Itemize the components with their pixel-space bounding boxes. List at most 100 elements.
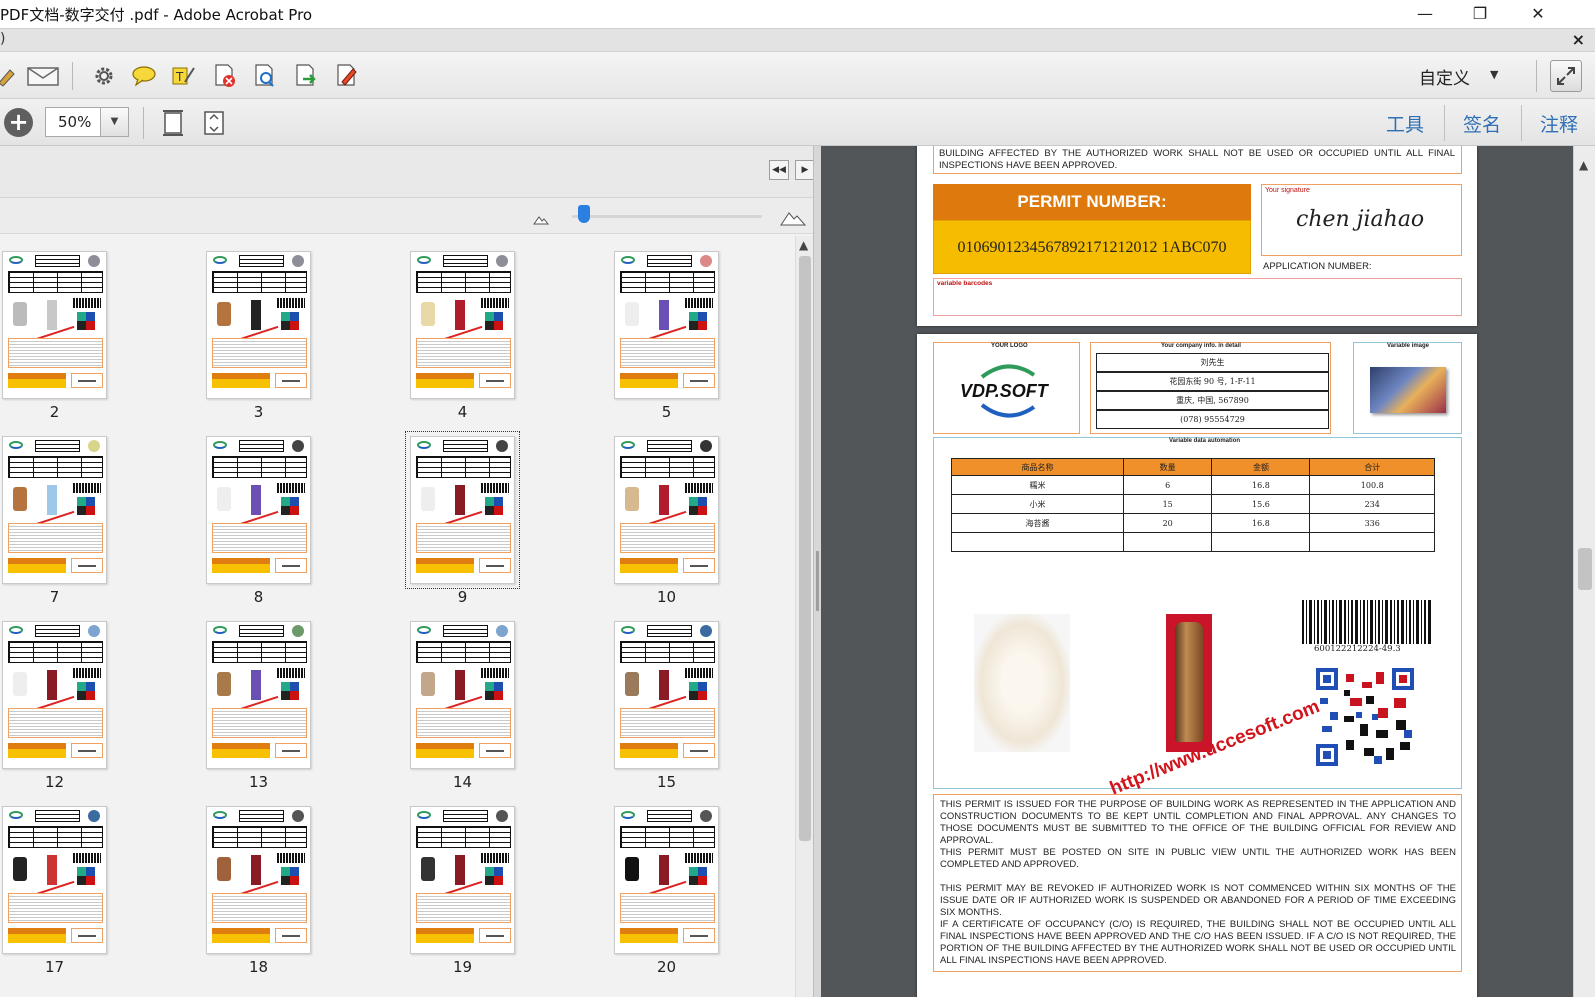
table-cell: 16.8 bbox=[1211, 513, 1311, 533]
expand-panel-button[interactable]: ▶ bbox=[795, 160, 815, 180]
sign-pen-icon[interactable] bbox=[333, 62, 361, 90]
slider-handle[interactable] bbox=[578, 205, 590, 223]
page-number-label: 15 bbox=[656, 773, 677, 791]
page-thumbnail[interactable] bbox=[2, 436, 107, 584]
delete-page-icon[interactable] bbox=[211, 62, 239, 90]
restore-button[interactable]: ❐ bbox=[1460, 2, 1500, 26]
page-number-label: 18 bbox=[248, 958, 269, 976]
table-cell: 100.8 bbox=[1309, 475, 1435, 495]
document-view: BUILDING AFFECTED BY THE AUTHORIZED WORK… bbox=[821, 146, 1573, 997]
company-info-label: Your company info. in detail bbox=[1161, 343, 1241, 349]
company-address: 花园东街 90 号, 1-F-11 bbox=[1096, 372, 1329, 391]
thumbnails-scrollbar[interactable]: ▲ bbox=[795, 236, 813, 997]
fit-width-icon[interactable] bbox=[200, 109, 228, 137]
scrollbar-thumb[interactable] bbox=[799, 256, 811, 841]
page-thumbnail[interactable] bbox=[206, 621, 311, 769]
permit-number: 0106901234567892171212012 1ABC070 bbox=[933, 220, 1251, 274]
page-thumbnail[interactable] bbox=[2, 621, 107, 769]
logo-text: VDP.SOFT bbox=[960, 381, 1048, 401]
highlight-text-icon[interactable]: T bbox=[170, 62, 198, 90]
thumbnail-size-slider[interactable] bbox=[572, 215, 762, 218]
window-title: PDF文档-数字交付 .pdf - Adobe Acrobat Pro bbox=[0, 6, 313, 24]
page-thumbnail[interactable] bbox=[2, 251, 107, 399]
variable-barcodes-label: variable barcodes bbox=[937, 280, 993, 287]
page-thumbnail[interactable] bbox=[206, 436, 311, 584]
email-icon[interactable] bbox=[26, 62, 60, 90]
page-number-label: 8 bbox=[253, 588, 264, 606]
search-document-icon[interactable] bbox=[251, 62, 279, 90]
table-row: 小米 15 15.6 234 bbox=[951, 494, 1435, 514]
product-image-bottle-frame bbox=[1166, 614, 1212, 752]
small-thumbnails-icon[interactable] bbox=[533, 213, 549, 225]
menu-partial-item[interactable]: ) bbox=[0, 31, 5, 47]
variable-barcodes-box: variable barcodes bbox=[933, 278, 1462, 316]
large-thumbnails-icon[interactable] bbox=[780, 208, 806, 226]
page-number-label: 13 bbox=[248, 773, 269, 791]
signature-box: Your signature chen jiahao bbox=[1261, 184, 1462, 256]
fit-page-icon[interactable] bbox=[159, 109, 187, 137]
table-header: 数量 bbox=[1122, 458, 1213, 476]
tab-tools[interactable]: 工具 bbox=[1386, 110, 1424, 137]
permit-number-box: PERMIT NUMBER: 0106901234567892171212012… bbox=[933, 184, 1251, 274]
export-icon[interactable] bbox=[292, 62, 320, 90]
signature-text: chen jiahao bbox=[1296, 207, 1425, 232]
close-window-button[interactable]: ✕ bbox=[1518, 2, 1558, 26]
zoom-input[interactable]: 50% bbox=[45, 107, 101, 137]
splitter-grip[interactable] bbox=[816, 551, 819, 611]
page-thumbnail[interactable] bbox=[2, 806, 107, 954]
expand-icon bbox=[1557, 67, 1575, 85]
table-row: 糯米 6 16.8 100.8 bbox=[951, 475, 1435, 495]
application-number-label: APPLICATION NUMBER: bbox=[1263, 261, 1372, 272]
zoom-in-button[interactable]: + bbox=[4, 108, 33, 137]
scroll-up-icon[interactable]: ▲ bbox=[1579, 158, 1588, 172]
company-phone: (078) 95554729 bbox=[1096, 410, 1329, 429]
table-cell: 15 bbox=[1122, 494, 1213, 514]
scrollbar-thumb[interactable] bbox=[1578, 548, 1592, 590]
tab-comment[interactable]: 注释 bbox=[1540, 110, 1578, 137]
full-screen-button[interactable] bbox=[1550, 60, 1582, 92]
qr-code-image bbox=[1316, 668, 1414, 766]
tab-sign[interactable]: 签名 bbox=[1463, 110, 1501, 137]
page-thumbnail[interactable] bbox=[206, 806, 311, 954]
toolbar-separator bbox=[1536, 60, 1537, 92]
variable-photo bbox=[1370, 367, 1446, 413]
page-thumbnail[interactable] bbox=[410, 806, 515, 954]
chevron-down-icon[interactable]: ▼ bbox=[1490, 68, 1498, 81]
thumbnails-header: ◀◀ ▶ bbox=[0, 146, 818, 198]
page-thumbnail[interactable] bbox=[410, 621, 515, 769]
page-thumbnail[interactable] bbox=[614, 436, 719, 584]
edit-icon[interactable] bbox=[0, 62, 20, 90]
settings-icon[interactable] bbox=[90, 62, 118, 90]
panel-splitter[interactable] bbox=[813, 146, 821, 997]
page-number-label: 14 bbox=[452, 773, 473, 791]
view-toolbar: + 50% ▼ 工具 签名 注释 bbox=[0, 99, 1595, 146]
variable-data-box: Variable data automation 商品名称 数量 金额 合计 糯… bbox=[933, 437, 1462, 789]
document-scrollbar[interactable]: ▲ bbox=[1573, 146, 1595, 997]
signature-label: Your signature bbox=[1265, 187, 1310, 194]
zoom-dropdown-button[interactable]: ▼ bbox=[101, 107, 129, 137]
page-thumbnail[interactable] bbox=[206, 251, 311, 399]
page-thumbnail[interactable] bbox=[410, 251, 515, 399]
page-thumbnail[interactable] bbox=[614, 806, 719, 954]
minimize-button[interactable]: — bbox=[1405, 2, 1445, 26]
toolbar-separator bbox=[143, 107, 144, 139]
customize-dropdown[interactable]: 自定义 bbox=[1419, 64, 1470, 89]
page-number-label: 7 bbox=[49, 588, 60, 606]
comment-icon[interactable] bbox=[130, 62, 158, 90]
table-cell: 6 bbox=[1122, 475, 1213, 495]
variable-image-label: Variable image bbox=[1387, 343, 1430, 349]
table-cell: 15.6 bbox=[1211, 494, 1311, 514]
terms-paragraph: THIS PERMIT MUST BE POSTED ON SITE IN PU… bbox=[940, 847, 1456, 870]
table-header: 商品名称 bbox=[951, 458, 1124, 476]
logo-swirl-icon bbox=[980, 364, 1036, 379]
terms-paragraph: THIS PERMIT IS ISSUED FOR THE PURPOSE OF… bbox=[940, 799, 1456, 846]
table-row bbox=[951, 532, 1435, 552]
scroll-up-icon[interactable]: ▲ bbox=[799, 238, 808, 252]
page-thumbnail-selected[interactable] bbox=[405, 431, 520, 589]
close-document-button[interactable]: × bbox=[1572, 30, 1585, 49]
terms-box-end bbox=[933, 146, 1462, 174]
page-thumbnail[interactable] bbox=[614, 251, 719, 399]
page-thumbnail[interactable] bbox=[614, 621, 719, 769]
permit-section: PERMIT NUMBER: 0106901234567892171212012… bbox=[917, 184, 1477, 326]
collapse-panel-button[interactable]: ◀◀ bbox=[769, 160, 789, 180]
